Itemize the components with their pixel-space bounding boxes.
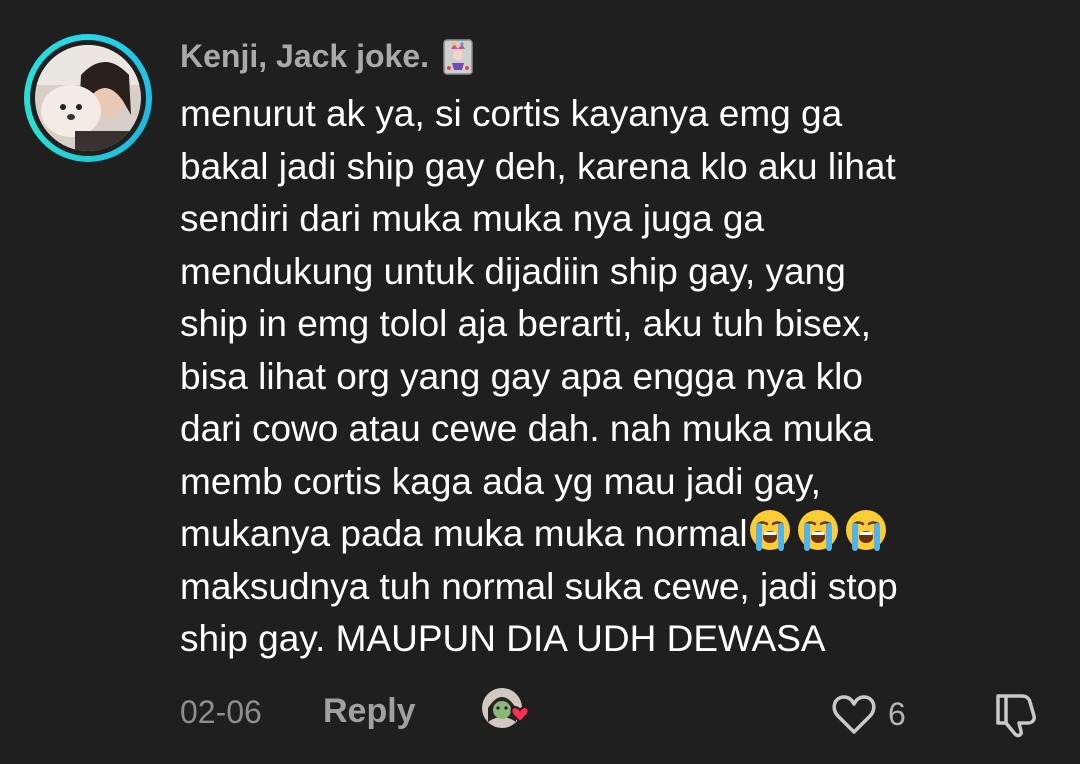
- comment-line: sendiri dari muka muka nya juga ga: [180, 198, 765, 239]
- comment-line: mendukung untuk dijadiin ship gay, yang: [180, 250, 846, 292]
- creator-avatar-heart-icon: [482, 688, 530, 728]
- comment-line: bakal jadi ship gay deh, karena klo aku …: [180, 145, 896, 187]
- heart-outline-icon: [832, 695, 876, 734]
- comment-text: menurut ak ya, si cortis kayanya emg ga …: [180, 88, 1060, 666]
- comment-line: mukanya pada muka muka normal: [180, 513, 748, 554]
- avatar-photo: [35, 45, 141, 151]
- username[interactable]: Kenji, Jack joke.: [180, 38, 429, 75]
- avatar[interactable]: [24, 34, 152, 162]
- emoji-group: [748, 508, 888, 552]
- comment-line: menurut ak ya, si cortis kayanya emg ga: [180, 93, 843, 134]
- comment-date: 02-06: [180, 694, 262, 730]
- comment-line: dari cowo atau cewe dah. nah muka muka: [180, 408, 874, 449]
- dislike-button[interactable]: [992, 690, 1042, 738]
- loudly-crying-face-icon: [797, 510, 838, 551]
- like-count: 6: [888, 696, 906, 732]
- reply-button[interactable]: Reply: [323, 692, 416, 731]
- comment-line: ship in emg tolol aja berarti, aku tuh b…: [180, 303, 872, 344]
- comment-line: bisa lihat org yang gay apa engga nya kl…: [180, 355, 863, 397]
- avatar-image-icon: [35, 45, 141, 151]
- like-button[interactable]: [830, 692, 878, 736]
- comment-footer: 02-06 Reply 6: [0, 686, 1080, 742]
- loudly-crying-face-icon: [749, 510, 790, 551]
- loudly-crying-face-icon: [845, 510, 886, 551]
- thumbs-down-icon: [996, 694, 1036, 738]
- comment-line: memb cortis kaga ada yg mau jadi gay,: [180, 460, 821, 502]
- comment-line: ship gay. MAUPUN DIA UDH DEWASA: [180, 618, 826, 659]
- creator-liked-badge: [480, 686, 536, 734]
- username-row: Kenji, Jack joke.: [180, 38, 473, 75]
- joker-card-icon: [443, 38, 473, 75]
- avatar-ring-gap: [30, 40, 146, 156]
- comment-line: maksudnya tuh normal suka cewe, jadi sto…: [180, 565, 898, 607]
- comment-item: Kenji, Jack joke. menurut ak ya, si cort…: [0, 0, 1080, 764]
